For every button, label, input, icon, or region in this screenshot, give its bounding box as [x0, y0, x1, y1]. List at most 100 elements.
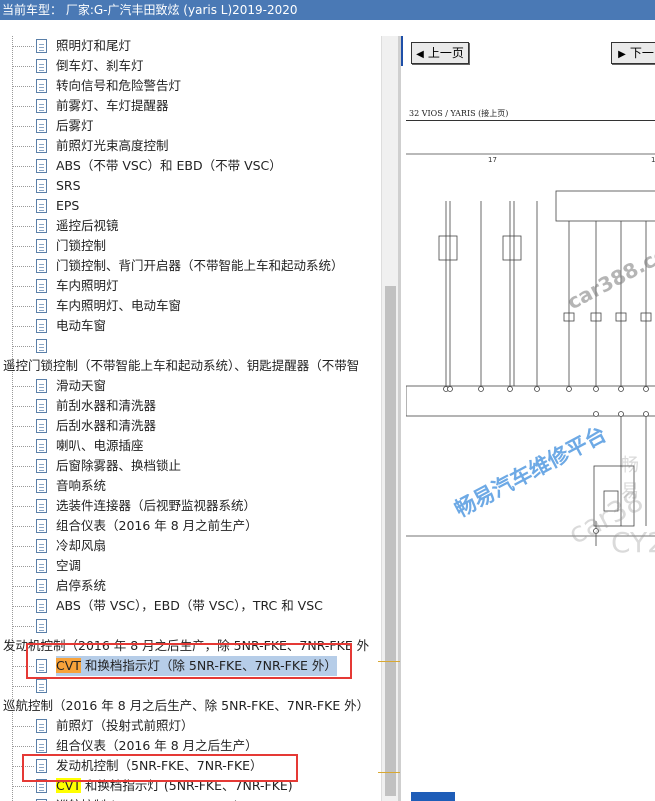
tree-node-item[interactable]: 倒车灯、刹车灯	[0, 56, 380, 76]
document-icon	[36, 559, 47, 573]
document-icon	[36, 319, 47, 333]
tree-node-text: 空调	[56, 558, 82, 573]
document-icon	[36, 679, 47, 693]
tree-node-item[interactable]: 巡航控制 (5NR-FKE、7NR-FKE)	[0, 796, 380, 801]
tree-node-item[interactable]: 车内照明灯	[0, 276, 380, 296]
document-icon	[36, 719, 47, 733]
tree-node-item[interactable]: 启停系统	[0, 576, 380, 596]
document-icon	[36, 599, 47, 613]
tree-node-item[interactable]: ABS（带 VSC），EBD（带 VSC），TRC 和 VSC	[0, 596, 380, 616]
tree-node-label: 滑动天窗	[56, 376, 106, 396]
tree-branch-line	[13, 626, 35, 627]
tree-node-text: 遥控后视镜	[56, 218, 119, 233]
prev-page-button[interactable]: ◀ 上一页	[411, 42, 469, 64]
tree-branch-line	[13, 686, 35, 687]
tree-node-item[interactable]: 选装件连接器（后视野监视器系统）	[0, 496, 380, 516]
tree-node-text: 音响系统	[56, 478, 107, 493]
tree-node-item[interactable]: SRS	[0, 176, 380, 196]
tree-node-item[interactable]: 组合仪表（2016 年 8 月之前生产）	[0, 516, 380, 536]
document-tree[interactable]: 照明灯和尾灯倒车灯、刹车灯转向信号和危险警告灯前雾灯、车灯提醒器 后雾灯前照灯光束…	[0, 36, 380, 801]
tree-node-item[interactable]: 门锁控制、背门开启器（不带智能上车和起动系统）	[0, 256, 380, 276]
tree-node-item[interactable]: 电动车窗	[0, 316, 380, 336]
tree-node-text: 照明灯和尾灯	[56, 38, 132, 53]
tree-node-item[interactable]: 车内照明灯、电动车窗	[0, 296, 380, 316]
tree-node-label: ABS（不带 VSC）和 EBD（不带 VSC）	[56, 156, 282, 176]
tree-branch-line	[13, 426, 35, 427]
tree-node-item[interactable]: 照明灯和尾灯	[0, 36, 380, 56]
document-icon	[36, 579, 47, 593]
tree-branch-line	[13, 346, 35, 347]
tree-branch-line	[13, 566, 35, 567]
document-icon	[36, 419, 47, 433]
tree-branch-line	[13, 326, 35, 327]
tree-node-item[interactable]: ABS（不带 VSC）和 EBD（不带 VSC）	[0, 156, 380, 176]
tree-branch-line	[13, 266, 35, 267]
next-page-button[interactable]: ▶ 下一	[611, 42, 655, 64]
tree-node-item[interactable]: 后窗除雾器、换档锁止	[0, 456, 380, 476]
tree-node-text: 车内照明灯、电动车窗	[56, 298, 182, 313]
viewer-bottom-button[interactable]	[411, 792, 455, 801]
tree-branch-line	[13, 86, 35, 87]
tree-node-item[interactable]: 音响系统	[0, 476, 380, 496]
tree-node-group[interactable]: 巡航控制（2016 年 8 月之后生产、除 5NR-FKE、7NR-FKE 外）	[0, 696, 380, 716]
tree-branch-line	[13, 46, 35, 47]
tree-node-item[interactable]	[0, 336, 380, 356]
tree-node-label: 组合仪表（2016 年 8 月之后生产）	[56, 736, 258, 756]
tree-node-label: SRS	[56, 176, 81, 196]
tree-node-item[interactable]: 前照灯（投射式前照灯）	[0, 716, 380, 736]
tree-node-label: 后雾灯	[56, 116, 94, 136]
tree-node-item[interactable]: 空调	[0, 556, 380, 576]
tree-scrollbar-thumb[interactable]	[385, 286, 396, 796]
tree-node-item[interactable]	[0, 616, 380, 636]
tree-node-label: 倒车灯、刹车灯	[56, 56, 144, 76]
arrow-right-icon: ▶	[618, 49, 626, 60]
tree-node-item[interactable]	[0, 676, 380, 696]
tree-node-label: 后刮水器和清洗器	[56, 416, 156, 436]
tree-node-item[interactable]: 喇叭、电源插座	[0, 436, 380, 456]
tree-node-item[interactable]: 前照灯光束高度控制	[0, 136, 380, 156]
tree-scrollbar[interactable]	[381, 36, 399, 801]
next-page-label: 下一	[629, 46, 654, 60]
tree-node-text: 门锁控制	[56, 238, 107, 253]
tree-branch-line	[13, 246, 35, 247]
document-icon	[36, 739, 47, 753]
tree-branch-line	[13, 586, 35, 587]
document-icon	[36, 159, 47, 173]
tree-node-label: 后窗除雾器、换档锁止	[56, 456, 181, 476]
tree-node-label: 巡航控制 (5NR-FKE、7NR-FKE)	[56, 796, 239, 801]
tree-node-label: 前照灯光束高度控制	[56, 136, 169, 156]
tree-node-item[interactable]: EPS	[0, 196, 380, 216]
tree-node-label: 组合仪表（2016 年 8 月之前生产）	[56, 516, 258, 536]
tree-branch-line	[13, 486, 35, 487]
tree-node-text: 转向信号和危险警告灯	[56, 78, 182, 93]
highlight-box-2	[22, 754, 298, 782]
tree-node-text: 前照灯光束高度控制	[56, 138, 169, 153]
tree-node-item[interactable]: 组合仪表（2016 年 8 月之后生产）	[0, 736, 380, 756]
tree-node-item[interactable]: 滑动天窗	[0, 376, 380, 396]
tree-branch-line	[13, 466, 35, 467]
tree-node-item[interactable]: 后刮水器和清洗器	[0, 416, 380, 436]
document-icon	[36, 619, 47, 633]
tree-node-item[interactable]: 前刮水器和清洗器	[0, 396, 380, 416]
tree-node-item[interactable]: 遥控后视镜	[0, 216, 380, 236]
tree-node-group[interactable]: 遥控门锁控制（不带智能上车和起动系统）、钥匙提醒器（不带智	[0, 356, 380, 376]
tree-node-item[interactable]: 前雾灯、车灯提醒器	[0, 96, 380, 116]
tree-node-label: 启停系统	[56, 576, 106, 596]
tree-branch-line	[13, 446, 35, 447]
tree-node-item[interactable]: 门锁控制	[0, 236, 380, 256]
tree-node-text: 组合仪表（2016 年 8 月之前生产）	[56, 518, 258, 533]
document-icon	[36, 199, 47, 213]
tree-branch-line	[13, 786, 35, 787]
document-icon	[36, 219, 47, 233]
arrow-left-icon: ◀	[416, 49, 424, 60]
document-icon	[36, 539, 47, 553]
tree-node-item[interactable]: 后雾灯	[0, 116, 380, 136]
tree-node-item[interactable]: 转向信号和危险警告灯	[0, 76, 380, 96]
document-icon	[36, 119, 47, 133]
highlight-box-1	[26, 643, 352, 679]
tree-node-label: 门锁控制	[56, 236, 106, 256]
tree-node-label: 车内照明灯	[56, 276, 119, 296]
tree-node-text: 前照灯（投射式前照灯）	[56, 718, 194, 733]
tree-node-item[interactable]: 冷却风扇	[0, 536, 380, 556]
tree-branch-line	[13, 66, 35, 67]
